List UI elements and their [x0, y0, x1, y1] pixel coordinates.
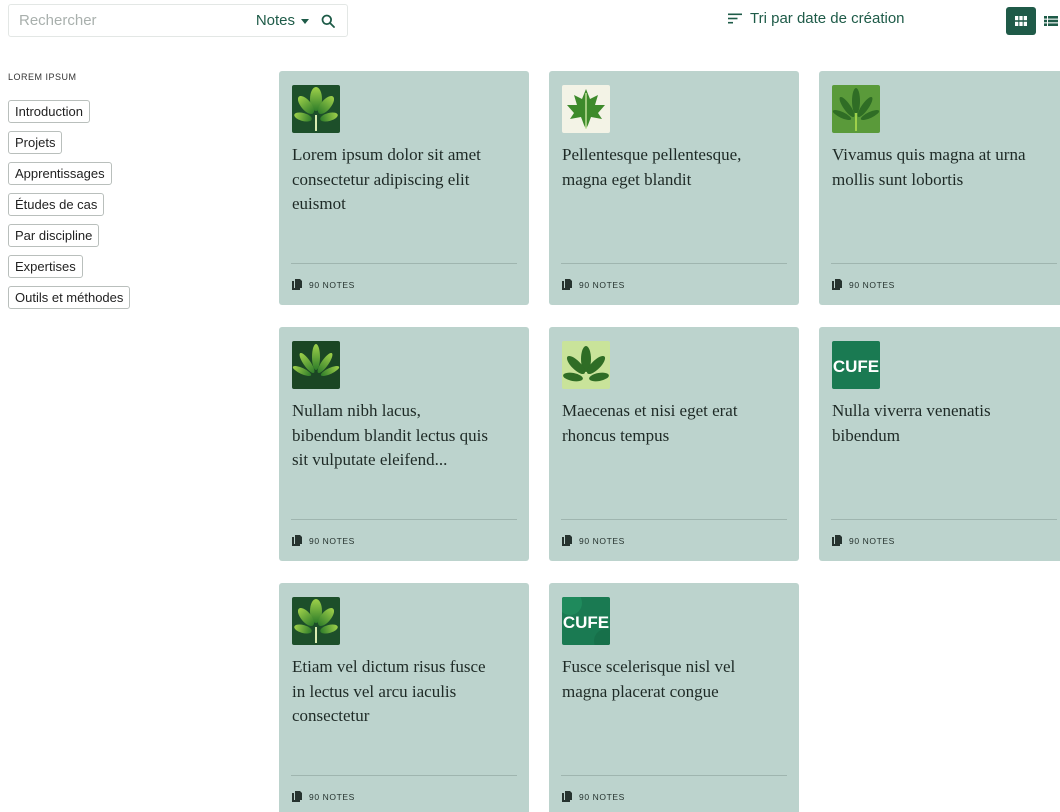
note-card-title: Nulla viverra venenatis bibendum: [832, 401, 991, 445]
document-icon: [832, 279, 842, 290]
note-count: 90 NOTES: [579, 791, 625, 802]
sidebar-item-introduction[interactable]: Introduction: [8, 100, 90, 123]
note-card[interactable]: Maecenas et nisi eget erat rhoncus tempu…: [549, 327, 799, 561]
scope-dropdown-label: Notes: [255, 12, 295, 29]
note-card-footer: 90 NOTES: [562, 791, 625, 802]
card-divider: [561, 263, 787, 264]
document-icon: [292, 279, 302, 290]
note-count: 90 NOTES: [579, 279, 625, 290]
note-count: 90 NOTES: [849, 535, 895, 546]
note-count: 90 NOTES: [849, 279, 895, 290]
note-count: 90 NOTES: [309, 279, 355, 290]
sidebar-item-apprentissages[interactable]: Apprentissages: [8, 162, 112, 185]
chestnut-leaf-icon: [292, 597, 340, 645]
document-icon: [292, 535, 302, 546]
card-divider: [831, 263, 1057, 264]
note-card[interactable]: Etiam vel dictum risus fusce in lectus v…: [279, 583, 529, 812]
note-card-footer: 90 NOTES: [832, 279, 895, 290]
card-divider: [561, 519, 787, 520]
search-input[interactable]: [19, 12, 256, 29]
fern-leaf-icon: [292, 341, 340, 389]
sidebar: LOREM IPSUM Introduction Projets Apprent…: [8, 72, 208, 309]
note-card-footer: 90 NOTES: [292, 279, 355, 290]
note-card[interactable]: Pellentesque pellentesque, magna eget bl…: [549, 71, 799, 305]
sidebar-item-outils-et-methodes[interactable]: Outils et méthodes: [8, 286, 131, 309]
sort-button[interactable]: Tri par date de création: [728, 10, 905, 27]
card-divider: [561, 775, 787, 776]
note-card[interactable]: Nullam nibh lacus, bibendum blandit lect…: [279, 327, 529, 561]
document-icon: [562, 791, 572, 802]
note-card-title: Vivamus quis magna at urna mollis sunt l…: [832, 145, 1026, 189]
cufe-logo: CUFE: [832, 341, 880, 389]
note-count: 90 NOTES: [579, 535, 625, 546]
sidebar-item-expertises[interactable]: Expertises: [8, 255, 83, 278]
maple-leaf-icon: [562, 85, 610, 133]
svg-text:CUFE: CUFE: [833, 357, 879, 376]
sort-label: Tri par date de création: [750, 10, 905, 27]
note-card[interactable]: CUFE Nulla viverra venenatis bibendum 90…: [819, 327, 1060, 561]
note-card-title: Etiam vel dictum risus fusce in lectus v…: [292, 657, 486, 725]
document-icon: [292, 791, 302, 802]
caret-down-icon: [301, 19, 309, 24]
search-bar: Notes: [8, 4, 348, 37]
search-icon[interactable]: [319, 12, 337, 30]
note-card-footer: 90 NOTES: [562, 279, 625, 290]
note-card-title: Pellentesque pellentesque, magna eget bl…: [562, 145, 742, 189]
card-divider: [291, 263, 517, 264]
document-icon: [562, 535, 572, 546]
document-icon: [562, 279, 572, 290]
note-card-footer: 90 NOTES: [832, 535, 895, 546]
note-card-title: Nullam nibh lacus, bibendum blandit lect…: [292, 401, 488, 469]
note-card-footer: 90 NOTES: [292, 535, 355, 546]
fern-leaf-icon: [832, 85, 880, 133]
grid-view-button[interactable]: [1006, 7, 1036, 35]
list-view-button[interactable]: [1036, 7, 1060, 35]
note-card-footer: 90 NOTES: [292, 791, 355, 802]
document-icon: [832, 535, 842, 546]
cufe-logo: CUFE: [562, 597, 610, 645]
sidebar-list: Introduction Projets Apprentissages Étud…: [8, 100, 208, 309]
card-divider: [291, 775, 517, 776]
chestnut-leaf-icon: [292, 85, 340, 133]
note-card-footer: 90 NOTES: [562, 535, 625, 546]
grid-icon: [1015, 16, 1027, 26]
note-card-title: Lorem ipsum dolor sit amet consectetur a…: [292, 145, 481, 213]
card-divider: [831, 519, 1057, 520]
sidebar-item-etudes-de-cas[interactable]: Études de cas: [8, 193, 105, 216]
view-toggle: [1006, 7, 1060, 35]
sort-icon: [728, 13, 742, 24]
note-card[interactable]: Lorem ipsum dolor sit amet consectetur a…: [279, 71, 529, 305]
note-count: 90 NOTES: [309, 535, 355, 546]
sidebar-heading: LOREM IPSUM: [8, 72, 77, 82]
note-count: 90 NOTES: [309, 791, 355, 802]
svg-text:CUFE: CUFE: [563, 613, 609, 632]
scope-dropdown[interactable]: Notes: [256, 12, 309, 29]
note-card-title: Maecenas et nisi eget erat rhoncus tempu…: [562, 401, 738, 445]
sidebar-item-par-discipline[interactable]: Par discipline: [8, 224, 100, 247]
list-icon: [1044, 16, 1058, 26]
leaf-bunch-icon: [562, 341, 610, 389]
sidebar-item-projets[interactable]: Projets: [8, 131, 63, 154]
card-divider: [291, 519, 517, 520]
note-card-title: Fusce scelerisque nisl vel magna placera…: [562, 657, 736, 701]
note-card[interactable]: Vivamus quis magna at urna mollis sunt l…: [819, 71, 1060, 305]
note-card[interactable]: CUFE Fusce scelerisque nisl vel magna pl…: [549, 583, 799, 812]
